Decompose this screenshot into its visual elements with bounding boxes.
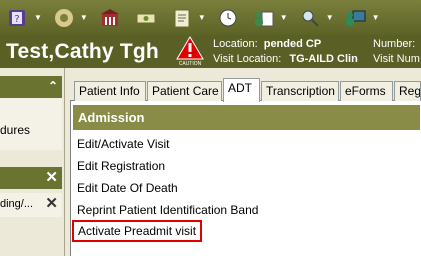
tab-registration[interactable]: Reg [394, 81, 421, 101]
close-icon[interactable]: ✕ [45, 168, 58, 186]
menu-item-edit-date-of-death[interactable]: Edit Date Of Death [77, 181, 178, 195]
person-notes-icon [250, 5, 278, 31]
money-icon [132, 5, 160, 31]
toolbar-clipboard[interactable]: ▼ [168, 5, 206, 31]
section-header-admission: Admission [73, 105, 420, 130]
location-value: pended CP [263, 38, 322, 50]
clock-icon [214, 5, 242, 31]
menu-item-edit-registration[interactable]: Edit Registration [77, 159, 165, 173]
toolbar: ? ▼ ▼ ▼ ▼ ▼ ▼ [0, 0, 421, 35]
tab-adt[interactable]: ADT [223, 78, 260, 102]
chevron-down-icon[interactable]: ▼ [34, 13, 42, 22]
adt-content: Admission Edit/Activate Visit Edit Regis… [70, 101, 421, 256]
clipboard-icon [168, 5, 196, 31]
computer-user-icon [342, 5, 370, 31]
left-pane: ⌃ dures ✕ ding/... ✕ [0, 68, 65, 256]
gear-icon [50, 5, 78, 31]
svg-text:?: ? [14, 14, 19, 25]
chevron-down-icon[interactable]: ▼ [280, 13, 288, 22]
menu-item-reprint-id-band[interactable]: Reprint Patient Identification Band [77, 203, 258, 217]
caution-label: CAUTION [178, 61, 202, 67]
menu-item-activate-preadmit-visit[interactable]: Activate Preadmit visit [72, 220, 203, 242]
close-icon[interactable]: ✕ [45, 194, 58, 212]
tab-patient-info[interactable]: Patient Info [74, 81, 146, 101]
left-pane-panel-1: dures [0, 98, 62, 150]
menu-item-edit-activate-visit[interactable]: Edit/Activate Visit [77, 137, 169, 151]
location-label: Location: [213, 38, 258, 50]
toolbar-building[interactable] [96, 5, 124, 31]
tab-transcription[interactable]: Transcription [261, 81, 339, 101]
left-pane-header-2: ✕ [0, 167, 62, 189]
toolbar-book[interactable]: ? ▼ [4, 5, 42, 31]
chevron-down-icon[interactable]: ▼ [198, 13, 206, 22]
visit-location-line: Visit Location: TG-AILD Clin [213, 53, 358, 65]
toolbar-computer-user[interactable]: ▼ [342, 5, 380, 31]
tab-patient-care[interactable]: Patient Care [147, 81, 222, 101]
caution-alert[interactable]: CAUTION [175, 35, 205, 68]
chevron-down-icon[interactable]: ▼ [80, 13, 88, 22]
visit-location-label: Visit Location: [213, 53, 282, 65]
patient-banner: Test,Cathy Tgh CAUTION Location: pended … [0, 35, 421, 68]
book-icon: ? [4, 5, 32, 31]
pending-link[interactable]: ding/... [0, 198, 33, 210]
visit-location-value: TG-AILD Clin [289, 53, 358, 65]
tab-bar: Patient Info Patient Care ADT Transcript… [70, 78, 421, 102]
toolbar-money[interactable] [132, 5, 160, 31]
left-pane-header-1: ⌃ [0, 76, 62, 98]
patient-name: Test,Cathy Tgh [6, 40, 159, 63]
number-label: Number: [373, 38, 416, 50]
toolbar-settings[interactable]: ▼ [50, 5, 88, 31]
chevron-down-icon[interactable]: ▼ [326, 13, 334, 22]
search-person-icon [296, 5, 324, 31]
tab-eforms[interactable]: eForms [340, 81, 393, 101]
procedures-link[interactable]: dures [0, 123, 30, 137]
visit-number-label: Visit Num [373, 53, 420, 65]
toolbar-search-person[interactable]: ▼ [296, 5, 334, 31]
collapse-icon[interactable]: ⌃ [48, 79, 58, 93]
toolbar-clock[interactable] [214, 5, 242, 31]
building-icon [96, 5, 124, 31]
left-pane-panel-2: ding/... ✕ [0, 193, 62, 217]
chevron-down-icon[interactable]: ▼ [372, 13, 380, 22]
caution-icon [176, 36, 204, 60]
location-line: Location: pended CP [213, 38, 321, 50]
toolbar-person-notes[interactable]: ▼ [250, 5, 288, 31]
